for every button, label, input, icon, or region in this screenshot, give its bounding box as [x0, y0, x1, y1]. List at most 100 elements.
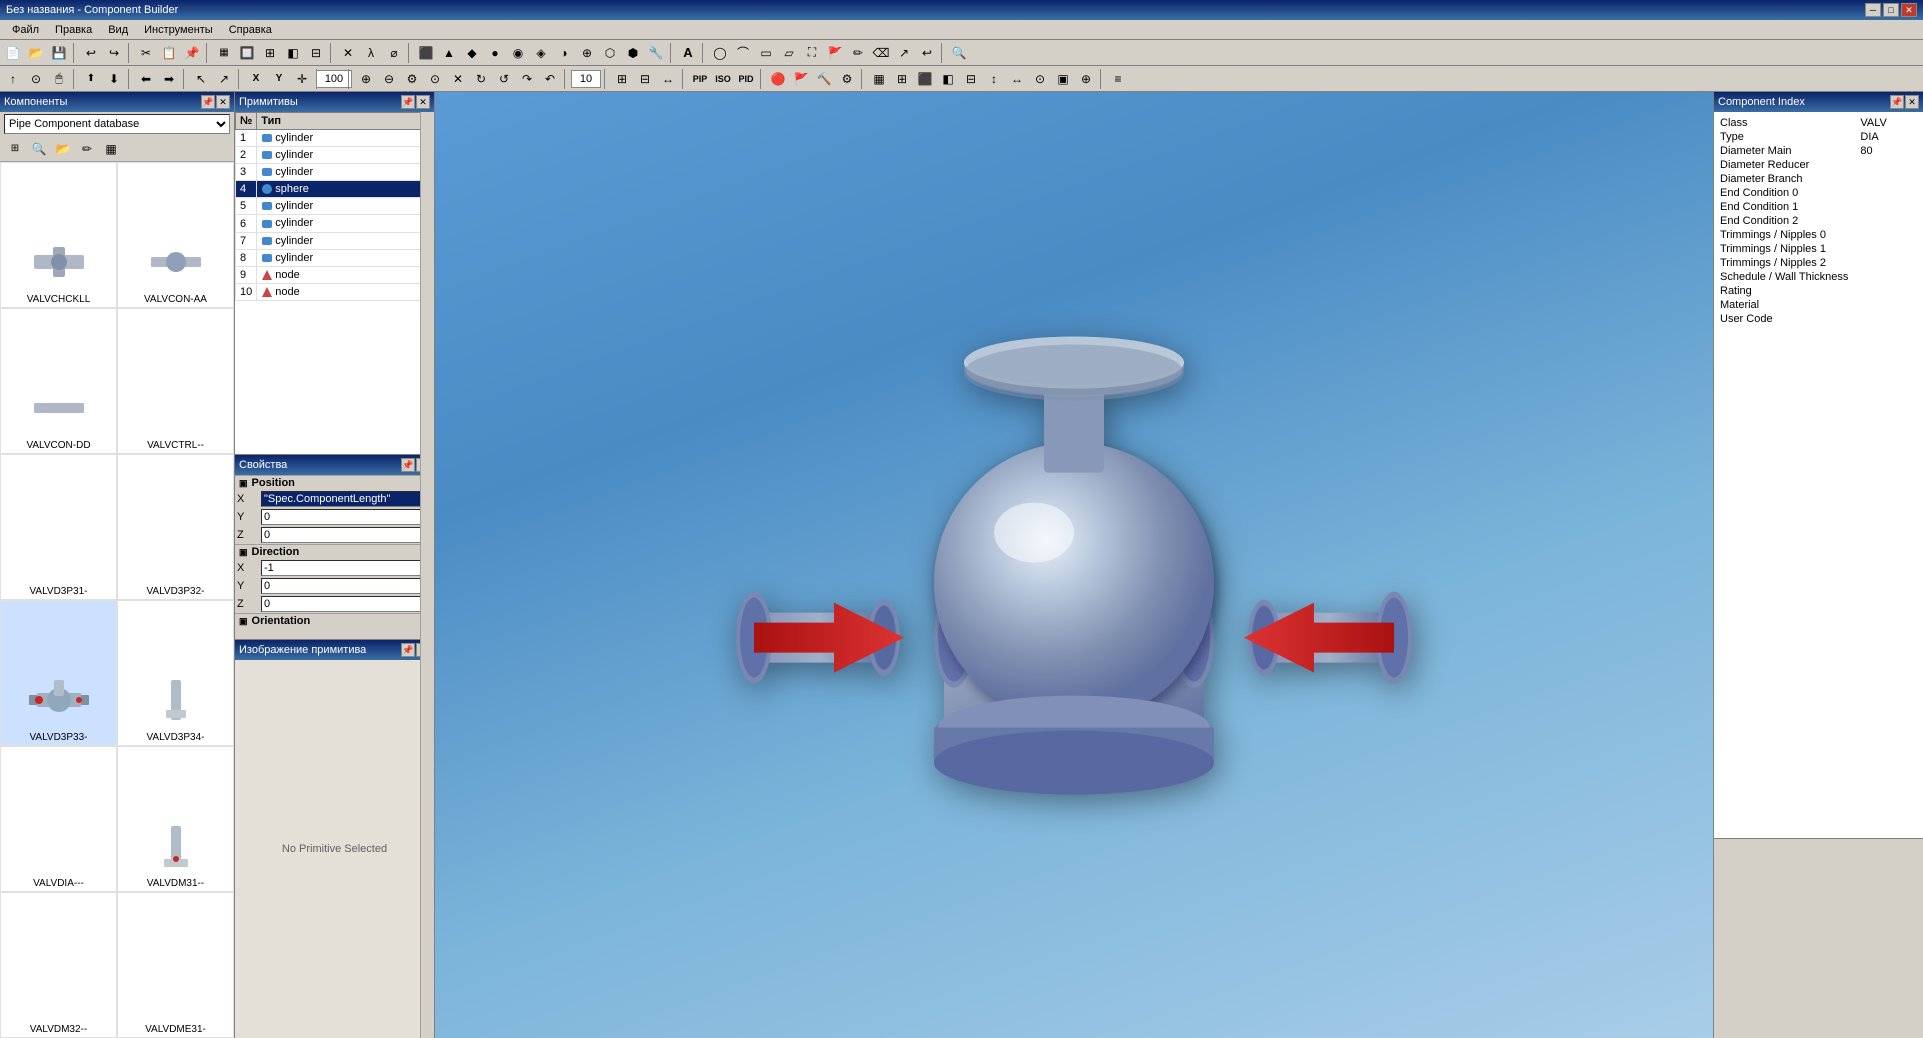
- primitive-row-5[interactable]: 5cylinder: [236, 198, 434, 215]
- tb-btn-13[interactable]: ⌀: [383, 42, 405, 64]
- comp-panel-pin[interactable]: 📌: [201, 95, 215, 109]
- tb2-btn-11[interactable]: ⊖: [378, 68, 400, 90]
- tb2-pid[interactable]: PID: [735, 68, 757, 90]
- tb-btn-25[interactable]: A: [677, 42, 699, 64]
- tb2-btn-28[interactable]: ⬛: [914, 68, 936, 90]
- primitive-row-3[interactable]: 3cylinder: [236, 164, 434, 181]
- viewport-3d[interactable]: [435, 92, 1713, 1038]
- tb2-btn-4[interactable]: ⬆: [80, 68, 102, 90]
- tb2-btn-15[interactable]: ↻: [470, 68, 492, 90]
- tb-btn-33[interactable]: ⌫: [870, 42, 892, 64]
- tb2-btn-12[interactable]: ⚙: [401, 68, 423, 90]
- tb-btn-21[interactable]: ⊕: [576, 42, 598, 64]
- tb2-btn-20[interactable]: ⊟: [634, 68, 656, 90]
- tb2-btn-5[interactable]: ⬇: [103, 68, 125, 90]
- tb-btn-26[interactable]: ◯: [709, 42, 731, 64]
- tb-btn-22[interactable]: ⬡: [599, 42, 621, 64]
- tb-btn-8[interactable]: ⊞: [259, 42, 281, 64]
- open-button[interactable]: 📂: [25, 42, 47, 64]
- comp-item-valvdia[interactable]: VALVDIA---: [0, 746, 117, 892]
- tb2-btn-29[interactable]: ◧: [937, 68, 959, 90]
- tb2-btn-26[interactable]: ▦: [868, 68, 890, 90]
- tb-btn-7[interactable]: 🔲: [236, 42, 258, 64]
- dir-y-input[interactable]: [261, 578, 432, 594]
- tb-btn-20[interactable]: ◑: [553, 42, 575, 64]
- tb2-btn-19[interactable]: ⊞: [611, 68, 633, 90]
- tb2-btn-18[interactable]: ↶: [539, 68, 561, 90]
- comp-item-valvd3p32[interactable]: VALVD3P32-: [117, 454, 234, 600]
- tb2-zoom-pct[interactable]: [323, 68, 345, 90]
- tb-btn-27[interactable]: ⌒: [732, 42, 754, 64]
- tb2-pip[interactable]: PIP: [689, 68, 711, 90]
- tb2-btn-27[interactable]: ⊞: [891, 68, 913, 90]
- tb2-btn-3[interactable]: 🖱: [48, 68, 70, 90]
- comp-tb-5[interactable]: ▦: [100, 138, 122, 160]
- comp-item-valvdm31[interactable]: VALVDM31--: [117, 746, 234, 892]
- menu-view[interactable]: Вид: [100, 22, 136, 38]
- tb2-btn-13[interactable]: ⊙: [424, 68, 446, 90]
- tb-btn-34[interactable]: ↗: [893, 42, 915, 64]
- tb2-btn-22[interactable]: 🔴: [767, 68, 789, 90]
- prim-panel-pin[interactable]: 📌: [401, 95, 415, 109]
- tb2-num-input[interactable]: [571, 70, 601, 88]
- dir-x-input[interactable]: [261, 560, 432, 576]
- save-button[interactable]: 💾: [48, 42, 70, 64]
- pos-y-input[interactable]: [261, 509, 432, 525]
- tb-btn-24[interactable]: 🔧: [645, 42, 667, 64]
- primitive-row-7[interactable]: 7cylinder: [236, 232, 434, 249]
- tb2-btn-9[interactable]: ↗: [213, 68, 235, 90]
- tb-btn-14[interactable]: ⬛: [415, 42, 437, 64]
- tb2-btn-8[interactable]: ↖: [190, 68, 212, 90]
- pos-z-input[interactable]: [261, 527, 432, 543]
- comp-tb-1[interactable]: ⊞: [4, 138, 26, 160]
- minimize-button[interactable]: ─: [1865, 3, 1881, 17]
- primitive-row-4[interactable]: 4sphere: [236, 181, 434, 198]
- menu-help[interactable]: Справка: [221, 22, 280, 38]
- components-database-select[interactable]: Pipe Component database: [4, 114, 230, 134]
- menu-tools[interactable]: Инструменты: [136, 22, 221, 38]
- tb2-iso[interactable]: ISO: [712, 68, 734, 90]
- new-button[interactable]: 📄: [2, 42, 24, 64]
- tb-btn-4[interactable]: 📋: [158, 42, 180, 64]
- tb2-btn-34[interactable]: ▣: [1052, 68, 1074, 90]
- props-panel-pin[interactable]: 📌: [401, 458, 415, 472]
- comp-item-valvchckll[interactable]: VALVCHCKLL: [0, 162, 117, 308]
- tb2-btn-10[interactable]: ⊕: [355, 68, 377, 90]
- tb-btn-6[interactable]: ▦: [213, 42, 235, 64]
- comp-item-valvcon-aa[interactable]: VALVCON-AA: [117, 162, 234, 308]
- tb2-btn-33[interactable]: ⊙: [1029, 68, 1051, 90]
- comp-item-valvdme31[interactable]: VALVDME31-: [117, 892, 234, 1038]
- props-scrollbar[interactable]: [420, 475, 434, 639]
- comp-item-valvd3p33[interactable]: VALVD3P33-: [0, 600, 117, 746]
- tb-btn-30[interactable]: ⛶: [801, 42, 823, 64]
- tb-btn-31[interactable]: 🚩: [824, 42, 846, 64]
- tb2-btn-24[interactable]: 🔨: [813, 68, 835, 90]
- tb-btn-10[interactable]: ⊟: [305, 42, 327, 64]
- tb-btn-28[interactable]: ▭: [755, 42, 777, 64]
- comp-panel-close[interactable]: ✕: [216, 95, 230, 109]
- tb-btn-23[interactable]: ⬢: [622, 42, 644, 64]
- tb-btn-11[interactable]: ✕: [337, 42, 359, 64]
- comp-item-valvd3p31[interactable]: VALVD3P31-: [0, 454, 117, 600]
- primitive-row-10[interactable]: 10node: [236, 283, 434, 300]
- tb2-btn-2[interactable]: ⊙: [25, 68, 47, 90]
- maximize-button[interactable]: □: [1883, 3, 1899, 17]
- comp-item-valvctrl[interactable]: VALVCTRL--: [117, 308, 234, 454]
- menu-edit[interactable]: Правка: [47, 22, 100, 38]
- dir-z-input[interactable]: [261, 596, 432, 612]
- undo-button[interactable]: ↩: [80, 42, 102, 64]
- tb-btn-16[interactable]: ◆: [461, 42, 483, 64]
- close-button[interactable]: ✕: [1901, 3, 1917, 17]
- redo-button[interactable]: ↪: [103, 42, 125, 64]
- tb-btn-zoom-in[interactable]: 🔍: [948, 42, 970, 64]
- tb-btn-9[interactable]: ◧: [282, 42, 304, 64]
- comp-item-valvd3p34[interactable]: VALVD3P34-: [117, 600, 234, 746]
- tb2-btn-35[interactable]: ⊕: [1075, 68, 1097, 90]
- tb2-btn-cursor[interactable]: ✛: [291, 68, 313, 90]
- tb2-btn-y[interactable]: Y: [268, 68, 290, 90]
- tb-btn-29[interactable]: ▱: [778, 42, 800, 64]
- prim-img-pin[interactable]: 📌: [401, 643, 415, 657]
- tb2-btn-16[interactable]: ↺: [493, 68, 515, 90]
- primitive-row-9[interactable]: 9node: [236, 266, 434, 283]
- tb2-btn-25[interactable]: ⚙: [836, 68, 858, 90]
